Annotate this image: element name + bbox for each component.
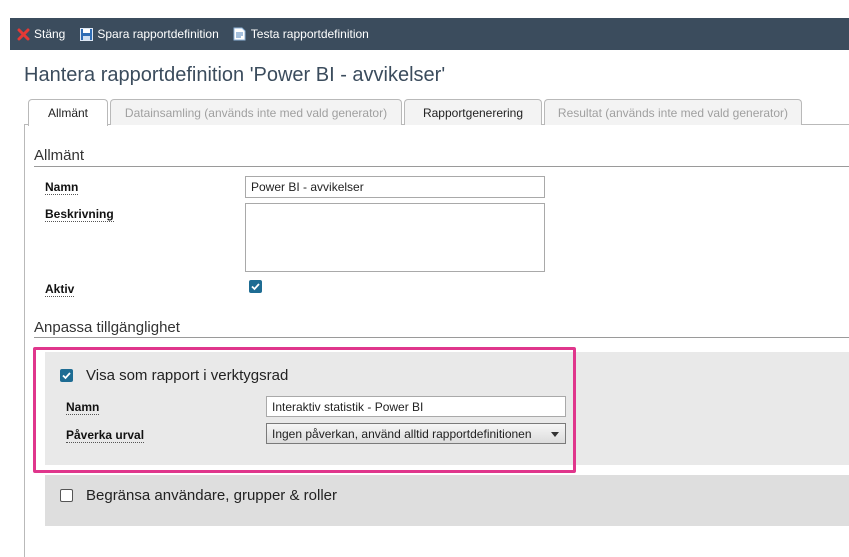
tab-bar: Allmänt Datainsamling (används inte med … (24, 99, 849, 126)
highlight-frame (33, 347, 576, 473)
general-section-divider (34, 166, 849, 167)
save-label: Spara rapportdefinition (97, 27, 219, 41)
availability-section-divider (34, 337, 849, 338)
document-icon (233, 27, 247, 41)
tab-report-generation[interactable]: Rapportgenerering (404, 99, 542, 125)
toolbar: Stäng Spara rapportdefinition Testa rapp… (10, 18, 849, 50)
general-section-header: Allmänt (34, 147, 85, 164)
restrict-label: Begränsa användare, grupper & roller (86, 487, 337, 504)
active-label: Aktiv (45, 282, 75, 297)
tab-data-collection[interactable]: Datainsamling (används inte med vald gen… (110, 99, 402, 125)
description-input[interactable] (245, 203, 545, 272)
save-icon (79, 27, 93, 41)
active-checkbox[interactable] (249, 280, 262, 293)
name-label: Namn (45, 180, 79, 195)
availability-section-header: Anpassa tillgänglighet (34, 319, 180, 336)
description-label: Beskrivning (45, 207, 114, 222)
panel-border (24, 125, 25, 557)
tab-general[interactable]: Allmänt (28, 99, 108, 126)
tab-result[interactable]: Resultat (används inte med vald generato… (544, 99, 802, 125)
close-button[interactable]: Stäng (16, 27, 65, 41)
restrict-checkbox[interactable] (60, 489, 73, 502)
test-label: Testa rapportdefinition (250, 27, 369, 41)
test-button[interactable]: Testa rapportdefinition (233, 27, 369, 41)
close-label: Stäng (34, 27, 66, 41)
page-title: Hantera rapportdefinition 'Power BI - av… (24, 64, 446, 86)
close-icon (16, 27, 30, 41)
checkmark-icon (251, 283, 260, 291)
name-input[interactable]: Power BI - avvikelser (245, 176, 545, 198)
save-button[interactable]: Spara rapportdefinition (79, 27, 219, 41)
